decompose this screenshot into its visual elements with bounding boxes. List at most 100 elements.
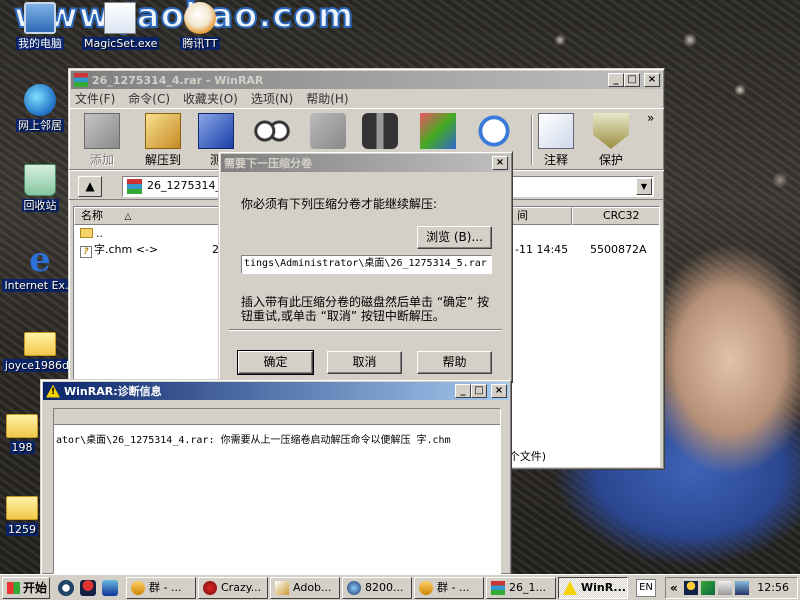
diagnostic-titlebar[interactable]: ! WinRAR:诊断信息 _ □ ×	[43, 382, 509, 400]
desktop-icon-label: 网上邻居	[16, 119, 64, 132]
minimize-button[interactable]: _	[455, 384, 471, 398]
warning-icon	[563, 581, 577, 595]
column-header-name[interactable]: 名称 △	[74, 207, 220, 225]
desktop-icon-label: joyce1986dc	[2, 359, 78, 372]
help-button[interactable]: 帮助	[417, 351, 492, 374]
app-icon	[203, 581, 217, 595]
menu-favorites[interactable]: 收藏夹(O)	[183, 90, 238, 107]
up-folder-button[interactable]: ▲	[78, 176, 102, 197]
taskbar-button-group-chat-1[interactable]: 群 - ...	[126, 577, 196, 599]
browser-quicklaunch-icon[interactable]	[102, 580, 118, 596]
desktop-icon-network[interactable]: 网上邻居	[2, 84, 78, 132]
toolbar-find-button[interactable]	[351, 113, 409, 151]
next-volume-dialog: 需要下一压缩分卷 × 你必须有下列压缩分卷才能继续解压: 浏览 (B)... t…	[218, 151, 513, 383]
media-player-quicklaunch-icon[interactable]	[58, 580, 74, 596]
window-title: 26_1275314_4.rar - WinRAR	[92, 73, 264, 87]
toolbar-wizard-button[interactable]	[409, 113, 467, 151]
view-icon	[254, 113, 290, 149]
language-indicator[interactable]: EN	[636, 579, 656, 597]
toolbar-delete-button[interactable]	[299, 113, 357, 151]
row-name: ..	[80, 226, 103, 242]
toolbar-protect-button[interactable]: 保护	[582, 113, 640, 168]
close-button[interactable]: ×	[492, 156, 508, 170]
warning-icon: !	[46, 384, 60, 398]
computer-icon	[24, 2, 56, 34]
taskbar-button-winrar-archive[interactable]: 26_1...	[486, 577, 556, 599]
cancel-button[interactable]: 取消	[327, 351, 402, 374]
desktop-icon-label: 198	[9, 441, 35, 454]
row-modified: -11 14:45	[515, 243, 569, 256]
close-button[interactable]: ×	[491, 384, 507, 398]
toolbar-info-button[interactable]	[465, 113, 523, 151]
taskbar-button-8200[interactable]: 8200...	[342, 577, 412, 599]
toolbar-comment-button[interactable]: 注释	[527, 113, 585, 168]
divider	[229, 329, 502, 331]
toolbar-extract-button[interactable]: 解压到	[134, 113, 192, 168]
start-button[interactable]: 开始	[2, 577, 50, 599]
rar-archive-icon	[127, 179, 142, 194]
maximize-button[interactable]: □	[624, 73, 640, 87]
desktop-icon-label: 1259	[6, 523, 38, 536]
diagnostic-list-header	[54, 409, 500, 425]
delete-icon	[310, 113, 346, 149]
sort-up-icon: △	[124, 212, 132, 222]
desktop-icon-magicset[interactable]: MagicSet.exe	[82, 2, 160, 50]
menu-commands[interactable]: 命令(C)	[128, 90, 170, 107]
toolbar-overflow-chevron[interactable]: »	[647, 111, 654, 125]
folder-icon	[24, 332, 56, 356]
ok-button[interactable]: 确定	[237, 350, 314, 375]
dialog-hint-line-2: 钮重试,或单击 “取消” 按钮中断解压。	[241, 309, 445, 323]
close-button[interactable]: ×	[644, 73, 660, 87]
menu-bar: 文件(F) 命令(C) 收藏夹(O) 选项(N) 帮助(H)	[69, 89, 664, 108]
menu-help[interactable]: 帮助(H)	[306, 90, 348, 107]
toolbar-add-button[interactable]: 添加	[73, 113, 131, 168]
winrar-titlebar[interactable]: 26_1275314_4.rar - WinRAR _ □ ×	[71, 71, 662, 89]
desktop-icon-label: 腾讯TT	[180, 37, 220, 50]
menu-options[interactable]: 选项(N)	[251, 90, 293, 107]
up-arrow-icon: ▲	[85, 179, 95, 193]
security-tray-icon[interactable]	[701, 581, 715, 595]
ie-icon: e	[29, 240, 51, 280]
people-icon	[131, 581, 145, 595]
menu-file[interactable]: 文件(F)	[75, 90, 115, 107]
desktop-icon-folder-joyce[interactable]: joyce1986dc	[2, 326, 78, 372]
clock[interactable]: 12:56	[757, 581, 789, 594]
maximize-button[interactable]: □	[471, 384, 487, 398]
find-icon	[362, 113, 398, 149]
monitor-tray-icon[interactable]	[735, 581, 749, 595]
wizard-icon	[420, 113, 456, 149]
diagnostic-window: ! WinRAR:诊断信息 _ □ × ator\桌面\26_1275314_4…	[40, 379, 512, 575]
desktop-icon-label: Internet Ex...	[2, 279, 78, 292]
dropdown-arrow-icon[interactable]: ▼	[636, 178, 652, 195]
browse-button[interactable]: 浏览 (B)...	[417, 226, 492, 249]
column-header-modified[interactable]: 间	[510, 207, 572, 225]
taskbar-button-winrar-diagnostic[interactable]: WinR...	[558, 577, 628, 599]
qq-tray-icon[interactable]	[684, 581, 698, 595]
taskbar-button-group-chat-2[interactable]: 群 - ...	[414, 577, 484, 599]
add-archive-icon	[84, 113, 120, 149]
taskbar-button-adobe[interactable]: Adob...	[270, 577, 340, 599]
tray-expand-chevron[interactable]: «	[670, 581, 678, 595]
desktop-icon-my-computer[interactable]: 我的电脑	[2, 2, 78, 50]
toolbar-label: 添加	[89, 153, 114, 167]
recycle-bin-icon	[24, 164, 56, 196]
comment-icon	[538, 113, 574, 149]
volume-path-field[interactable]: tings\Administrator\桌面\26_1275314_5.rar	[241, 255, 492, 274]
toolbar-label: 注释	[543, 153, 568, 167]
winrar-app-icon	[74, 73, 88, 87]
taskbar-button-crazy[interactable]: Crazy...	[198, 577, 268, 599]
diagnostic-list: ator\桌面\26_1275314_4.rar: 你需要从上一压缩卷启动解压命…	[53, 408, 501, 574]
diagnostic-message[interactable]: ator\桌面\26_1275314_4.rar: 你需要从上一压缩卷启动解压命…	[54, 425, 500, 574]
dialog-titlebar[interactable]: 需要下一压缩分卷 ×	[221, 154, 510, 172]
desktop-icon-recycle-bin[interactable]: 回收站	[2, 164, 78, 212]
column-header-crc32[interactable]: CRC32	[572, 207, 659, 225]
info-icon	[476, 113, 512, 149]
minimize-button[interactable]: _	[608, 73, 624, 87]
winrar-icon	[491, 581, 505, 595]
row-name: ? 字.chm <->	[80, 242, 158, 258]
toolbar-view-button[interactable]	[243, 113, 301, 151]
chm-file-icon: ?	[80, 246, 92, 258]
desktop-icon-tencent-tt[interactable]: 腾讯TT	[162, 2, 238, 50]
qq-quicklaunch-icon[interactable]	[80, 580, 96, 596]
network-tray-icon[interactable]	[718, 581, 732, 595]
